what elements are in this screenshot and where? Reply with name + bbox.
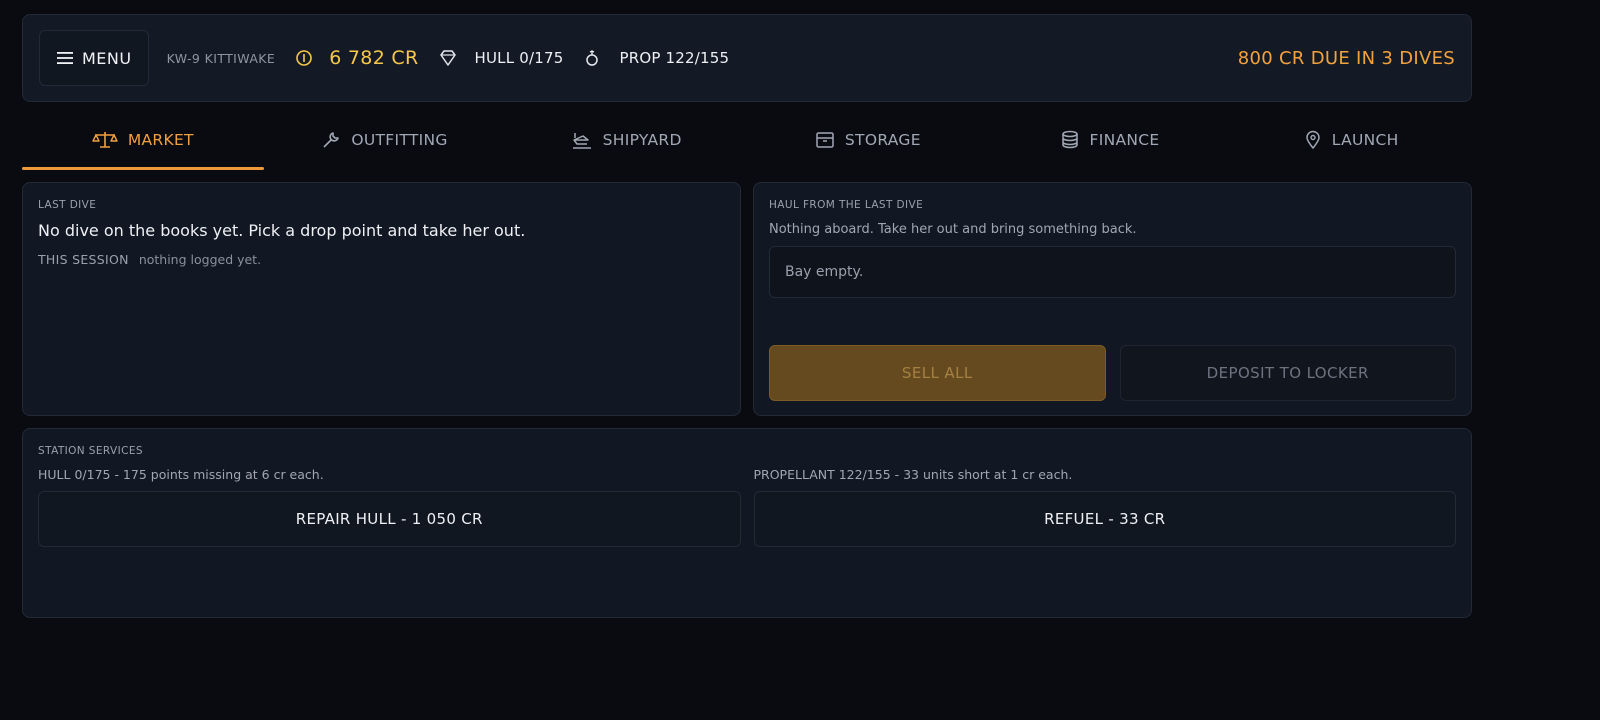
credits-stat: 6 782 CR bbox=[295, 47, 418, 69]
credits-value: 6 782 CR bbox=[329, 47, 419, 69]
prop-value: PROP 122/155 bbox=[619, 49, 730, 67]
menu-button[interactable]: MENU bbox=[39, 30, 149, 86]
services-grid: HULL 0/175 - 175 points missing at 6 cr … bbox=[38, 467, 1456, 547]
hull-service: HULL 0/175 - 175 points missing at 6 cr … bbox=[38, 467, 741, 547]
tab-storage-label: STORAGE bbox=[844, 131, 921, 149]
station-services-panel: STATION SERVICES HULL 0/175 - 175 points… bbox=[22, 428, 1472, 618]
scales-icon bbox=[92, 132, 118, 148]
tab-shipyard-label: SHIPYARD bbox=[602, 131, 682, 149]
map-pin-icon bbox=[1306, 130, 1320, 149]
haul-title: HAUL FROM THE LAST DIVE bbox=[769, 199, 924, 211]
session-row: THIS SESSION nothing logged yet. bbox=[38, 252, 725, 267]
tab-outfitting[interactable]: OUTFITTING bbox=[264, 110, 506, 170]
propellant-service: PROPELLANT 122/155 - 33 units short at 1… bbox=[753, 467, 1456, 547]
ship-icon bbox=[572, 133, 591, 149]
last-dive-headline: No dive on the books yet. Pick a drop po… bbox=[38, 221, 526, 240]
propellant-note: PROPELLANT 122/155 - 33 units short at 1… bbox=[753, 467, 1073, 482]
tab-outfitting-label: OUTFITTING bbox=[351, 131, 448, 149]
menu-icon bbox=[57, 52, 73, 64]
tab-launch-label: LAUNCH bbox=[1331, 131, 1399, 149]
menu-label: MENU bbox=[82, 48, 132, 68]
ship-name: KW-9 KITTIWAKE bbox=[166, 50, 276, 66]
tab-finance-label: FINANCE bbox=[1089, 131, 1160, 149]
prop-stat: PROP 122/155 bbox=[583, 49, 729, 67]
tab-market-label: MARKET bbox=[127, 131, 194, 149]
tab-market[interactable]: MARKET bbox=[22, 110, 264, 170]
tab-shipyard[interactable]: SHIPYARD bbox=[505, 110, 747, 170]
sell-all-button[interactable]: SELL ALL bbox=[769, 345, 1106, 401]
services-title: STATION SERVICES bbox=[38, 445, 143, 457]
last-dive-panel: LAST DIVE No dive on the books yet. Pick… bbox=[22, 182, 741, 416]
coin-icon bbox=[296, 50, 312, 66]
tab-finance[interactable]: FINANCE bbox=[989, 110, 1231, 170]
haul-panel: HAUL FROM THE LAST DIVE Nothing aboard. … bbox=[753, 182, 1472, 416]
refuel-button[interactable]: REFUEL - 33 CR bbox=[753, 491, 1456, 547]
wrench-icon bbox=[323, 132, 340, 148]
cargo-bay-box: Bay empty. bbox=[769, 246, 1456, 298]
tab-storage[interactable]: STORAGE bbox=[747, 110, 989, 170]
haul-actions: SELL ALL DEPOSIT TO LOCKER bbox=[769, 345, 1456, 401]
repair-hull-button[interactable]: REPAIR HULL - 1 050 CR bbox=[38, 491, 741, 547]
shield-icon bbox=[439, 50, 456, 66]
crate-icon bbox=[816, 132, 834, 148]
status-bar: MENU KW-9 KITTIWAKE 6 782 CR HULL 0/175 … bbox=[22, 14, 1472, 102]
last-dive-title: LAST DIVE bbox=[38, 199, 97, 211]
coins-stack-icon bbox=[1061, 130, 1078, 149]
hull-value: HULL 0/175 bbox=[474, 49, 564, 67]
session-text: nothing logged yet. bbox=[138, 252, 262, 267]
deposit-to-locker-button[interactable]: DEPOSIT TO LOCKER bbox=[1119, 345, 1456, 401]
bay-empty-text: Bay empty. bbox=[785, 264, 864, 280]
haul-subtitle: Nothing aboard. Take her out and bring s… bbox=[769, 222, 1137, 237]
hull-note: HULL 0/175 - 175 points missing at 6 cr … bbox=[38, 467, 324, 482]
debt-notice: 800 CR DUE IN 3 DIVES bbox=[1237, 47, 1455, 69]
tab-launch[interactable]: LAUNCH bbox=[1230, 110, 1472, 170]
fuel-drop-icon bbox=[586, 50, 599, 66]
hull-stat: HULL 0/175 bbox=[439, 49, 564, 67]
session-label: THIS SESSION bbox=[38, 252, 129, 267]
main-tabs: MARKET OUTFITTING SHIPYARD STORAGE FINAN… bbox=[22, 110, 1472, 170]
